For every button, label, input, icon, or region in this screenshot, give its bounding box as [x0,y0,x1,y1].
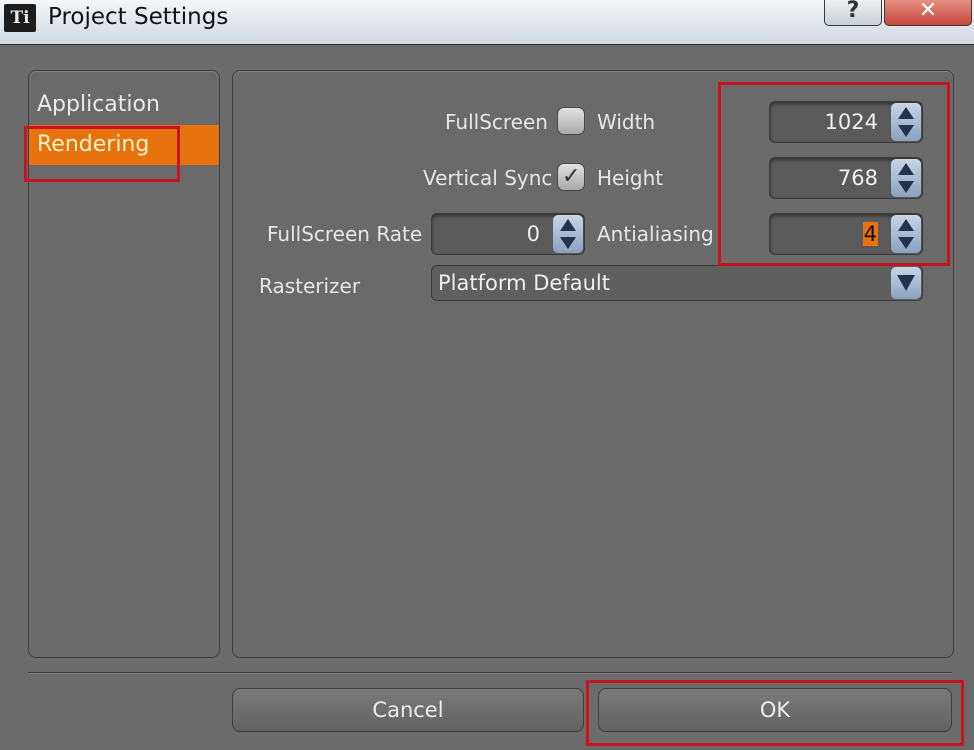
app-icon: Ti [4,4,36,32]
width-value[interactable]: 1024 [825,102,878,142]
decrement-arrow-icon[interactable] [898,181,914,193]
antialiasing-value[interactable]: 4 [862,214,878,254]
rasterizer-label: Rasterizer [259,274,361,298]
window-title: Project Settings [48,4,229,30]
decrement-arrow-icon[interactable] [898,237,914,249]
sidebar-item-application[interactable]: Application [29,85,219,125]
height-label: Height [597,166,664,190]
vertical-sync-label: Vertical Sync [423,166,553,190]
fullscreen-rate-value[interactable]: 0 [527,214,540,254]
height-value[interactable]: 768 [838,158,878,198]
increment-arrow-icon[interactable] [560,219,576,231]
vertical-sync-checkbox[interactable]: ✓ [557,163,585,191]
rasterizer-dropdown[interactable]: Platform Default [431,265,923,301]
chevron-down-icon[interactable] [897,275,915,291]
footer-divider [28,672,952,674]
height-spinbox[interactable]: 768 [769,157,923,199]
antialiasing-label: Antialiasing [597,222,714,246]
increment-arrow-icon[interactable] [898,219,914,231]
antialiasing-stepper[interactable] [891,215,921,253]
decrement-arrow-icon[interactable] [898,125,914,137]
fullscreen-label: FullScreen [445,110,548,134]
width-label: Width [597,110,656,134]
fullscreen-checkbox[interactable] [557,107,585,135]
increment-arrow-icon[interactable] [898,107,914,119]
increment-arrow-icon[interactable] [898,163,914,175]
rendering-settings-panel: FullScreen Width 1024 Vertical Sync ✓ He… [232,70,954,658]
height-stepper[interactable] [891,159,921,197]
fullscreen-rate-label: FullScreen Rate [267,222,423,246]
checkmark-icon: ✓ [562,164,581,189]
fullscreen-rate-spinbox[interactable]: 0 [431,213,585,255]
ok-button[interactable]: OK [598,688,952,732]
close-button[interactable]: ✕ [884,0,972,26]
selected-text[interactable]: 4 [862,222,878,246]
cancel-button[interactable]: Cancel [232,688,584,732]
help-button[interactable]: ? [824,0,882,26]
width-spinbox[interactable]: 1024 [769,101,923,143]
title-bar: Ti Project Settings ? ✕ [0,0,974,45]
decrement-arrow-icon[interactable] [560,237,576,249]
width-stepper[interactable] [891,103,921,141]
fullscreen-rate-stepper[interactable] [553,215,583,253]
settings-category-list: Application Rendering [28,70,220,658]
dropdown-toggle[interactable] [891,267,921,299]
sidebar-item-rendering[interactable]: Rendering [29,125,219,165]
rasterizer-selected-value[interactable]: Platform Default [438,266,610,300]
antialiasing-spinbox[interactable]: 4 [769,213,923,255]
